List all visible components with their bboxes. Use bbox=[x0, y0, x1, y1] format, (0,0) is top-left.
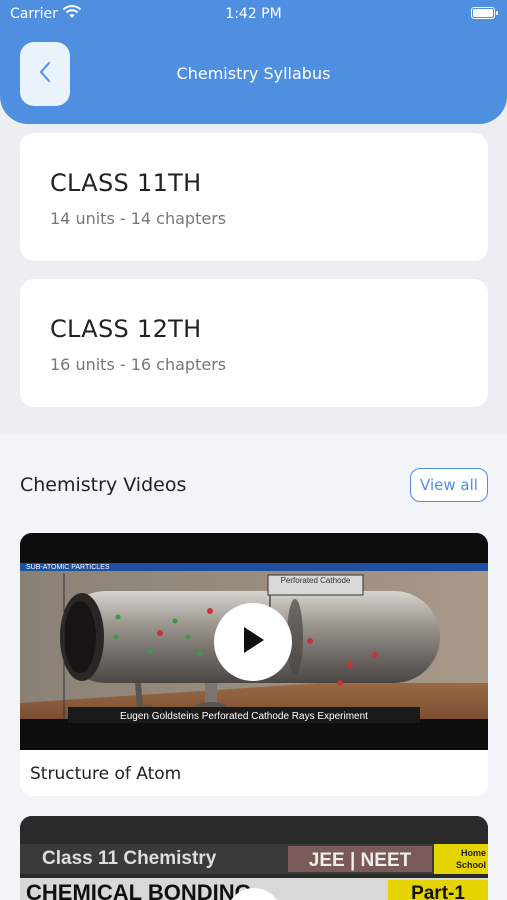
play-button[interactable] bbox=[214, 603, 292, 681]
video-card[interactable]: Class 11 Chemistry JEE | NEET Home Schoo… bbox=[20, 816, 488, 900]
thumb-line2: CHEMICAL BONDING bbox=[26, 880, 252, 900]
class-card-11[interactable]: CLASS 11TH 14 units - 14 chapters bbox=[20, 133, 488, 261]
class-card-title: CLASS 12TH bbox=[50, 315, 202, 343]
video-thumbnail[interactable]: Class 11 Chemistry JEE | NEET Home Schoo… bbox=[20, 816, 488, 900]
videos-section-title: Chemistry Videos bbox=[20, 474, 187, 496]
thumb-part: Part-1 bbox=[411, 883, 465, 900]
video-card[interactable]: SUB-ATOMIC PARTICLES Perforated Cathode bbox=[20, 533, 488, 796]
status-bar: Carrier 1:42 PM bbox=[0, 0, 507, 30]
thumb-line1: Class 11 Chemistry bbox=[42, 848, 217, 869]
page-title: Chemistry Syllabus bbox=[176, 64, 331, 83]
thumb-banner: SUB-ATOMIC PARTICLES bbox=[26, 564, 110, 571]
thumb-brand: Home School bbox=[455, 848, 486, 870]
class-card-subtitle: 16 units - 16 chapters bbox=[50, 355, 227, 374]
view-all-button[interactable]: View all bbox=[410, 468, 488, 502]
thumb-badge: JEE | NEET bbox=[309, 850, 412, 871]
video-thumbnail[interactable]: SUB-ATOMIC PARTICLES Perforated Cathode bbox=[20, 533, 488, 750]
battery-icon bbox=[471, 7, 498, 19]
play-icon bbox=[240, 625, 266, 659]
class-card-12[interactable]: CLASS 12TH 16 units - 16 chapters bbox=[20, 279, 488, 407]
video-title: Structure of Atom bbox=[30, 764, 182, 784]
class-card-title: CLASS 11TH bbox=[50, 169, 202, 197]
class-card-subtitle: 14 units - 14 chapters bbox=[50, 209, 227, 228]
thumb-caption: Eugen Goldsteins Perforated Cathode Rays… bbox=[120, 711, 368, 722]
thumb-label: Perforated Cathode bbox=[280, 576, 351, 585]
status-time: 1:42 PM bbox=[225, 6, 282, 22]
app-header: Carrier 1:42 PM Chemistry Syllabus bbox=[0, 0, 507, 124]
